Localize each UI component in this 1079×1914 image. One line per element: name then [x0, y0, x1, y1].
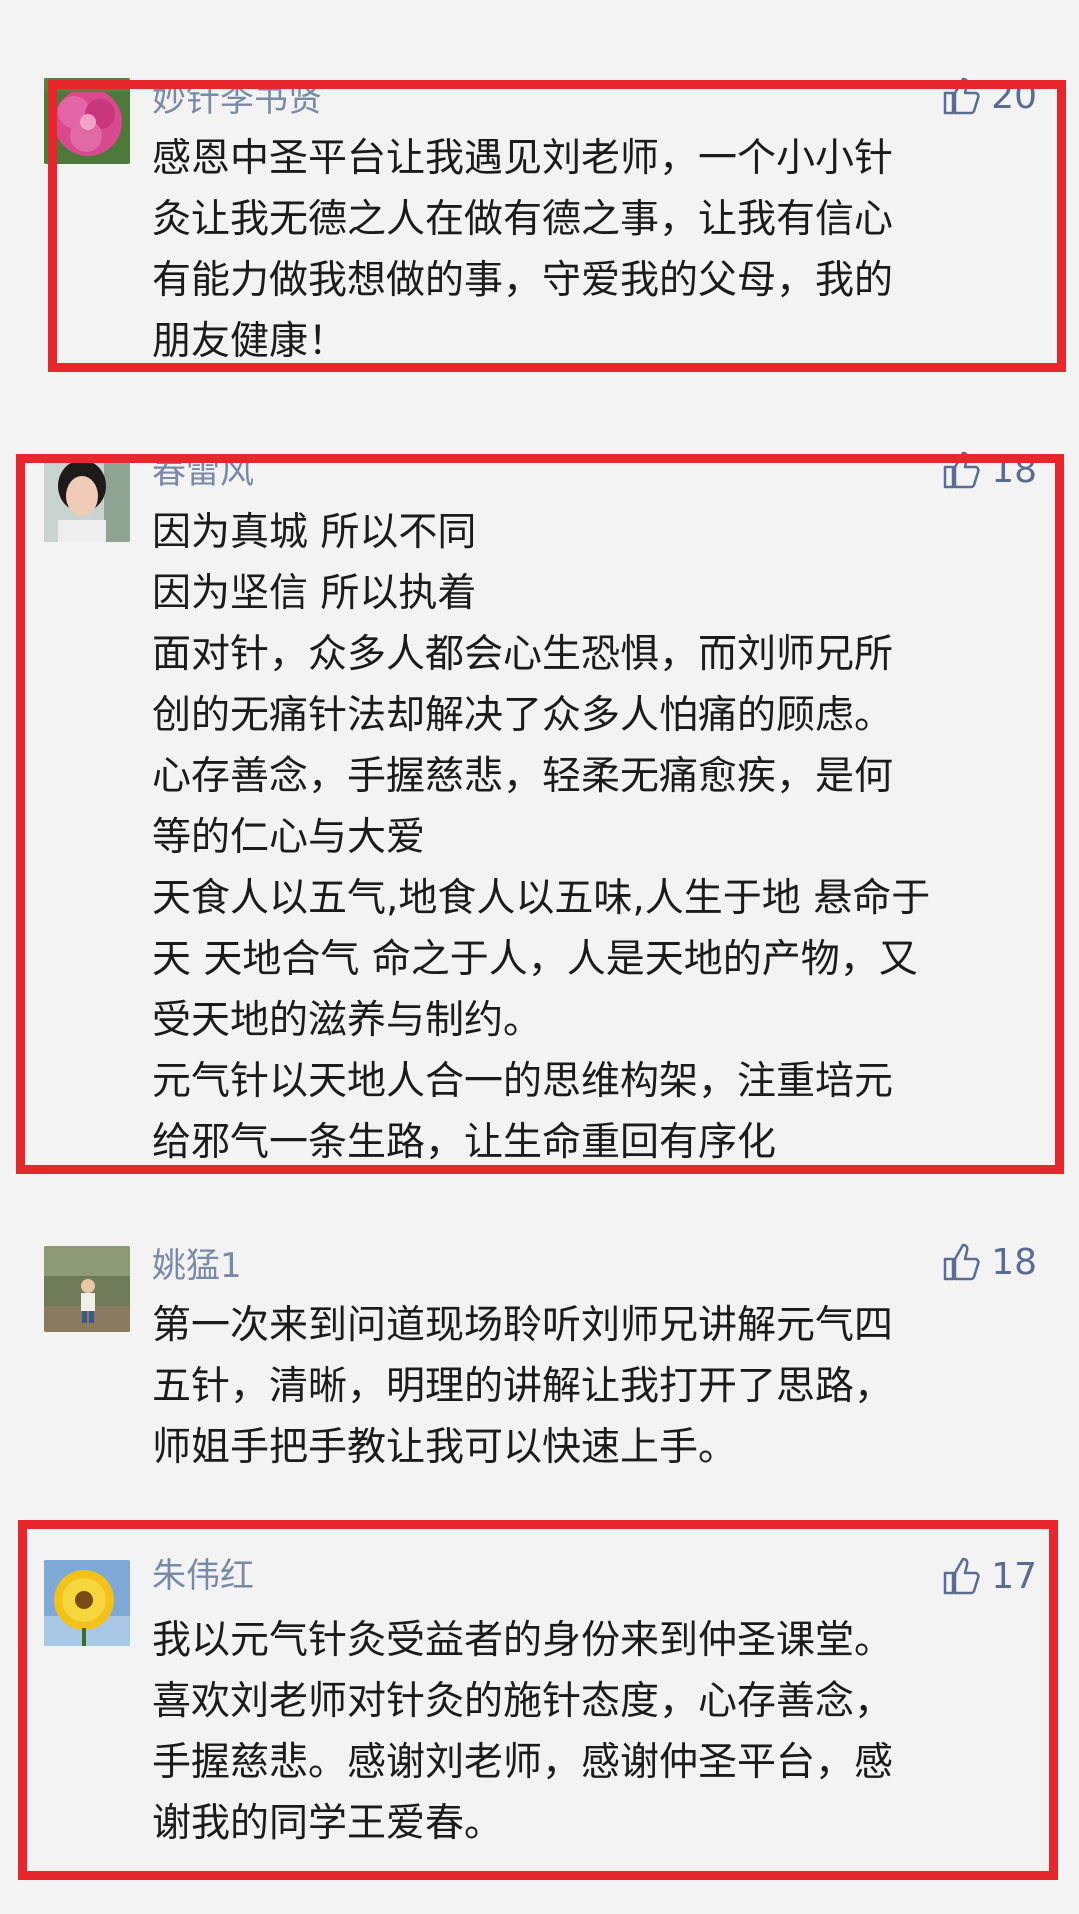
sunflower-icon[interactable]: [44, 1560, 130, 1646]
like-count: 17: [991, 1555, 1037, 1597]
thumbs-up-icon: [943, 451, 980, 489]
comment-line: 灸让我无德之人在做有德之事，让我有信心: [152, 197, 894, 242]
comment-line: 我以元气针灸受益者的身份来到仲圣课堂。: [152, 1618, 894, 1663]
comment-line: 手握慈悲。感谢刘老师，感谢仲圣平台，感: [152, 1740, 894, 1785]
like-count: 18: [991, 449, 1037, 491]
like-button[interactable]: 20: [941, 74, 1037, 118]
like-count: 20: [991, 75, 1037, 117]
commenter-name[interactable]: 春雷风: [152, 452, 254, 492]
like-button[interactable]: 17: [941, 1554, 1037, 1598]
comment-line: 师姐手把手教让我可以快速上手。: [152, 1425, 738, 1470]
woman-portrait-icon[interactable]: [44, 456, 130, 542]
thumbs-up-icon: [943, 77, 980, 115]
comment-line: 受天地的滋养与制约。: [152, 998, 543, 1043]
comment-line: 天食人以五气,地食人以五味,人生于地 悬命于: [152, 876, 931, 921]
pink-flower-icon[interactable]: [44, 78, 130, 164]
comment-text: 我以元气针灸受益者的身份来到仲圣课堂。 喜欢刘老师对针灸的施针态度，心存善念， …: [152, 1610, 1032, 1854]
comment-text: 第一次来到问道现场聆听刘师兄讲解元气四 五针，清晰，明理的讲解让我打开了思路， …: [152, 1295, 1032, 1478]
commenter-name[interactable]: 姚猛1: [152, 1246, 242, 1286]
comment-line: 天 天地合气 命之于人，人是天地的产物，又: [152, 937, 918, 982]
comment-line: 心存善念，手握慈悲，轻柔无痛愈疾，是何: [152, 754, 894, 799]
comment-line: 谢我的同学王爱春。: [152, 1801, 504, 1846]
commenter-name[interactable]: 朱伟红: [152, 1556, 254, 1596]
thumbs-up-icon: [943, 1557, 980, 1595]
comment-line: 有能力做我想做的事，守爱我的父母，我的: [152, 258, 894, 303]
like-count: 18: [991, 1241, 1037, 1283]
comment-line: 面对针，众多人都会心生恐惧，而刘师兄所: [152, 632, 894, 677]
comment-text: 因为真城 所以不同 因为坚信 所以执着 面对针，众多人都会心生恐惧，而刘师兄所 …: [152, 502, 1032, 1173]
comment-line: 五针，清晰，明理的讲解让我打开了思路，: [152, 1364, 894, 1409]
comment-line: 元气针以天地人合一的思维构架，注重培元: [152, 1059, 894, 1104]
comment-line: 喜欢刘老师对针灸的施针态度，心存善念，: [152, 1679, 894, 1724]
comment-list-panel: 妙针李书贤 20 感恩中圣平台让我遇见刘老师，一个小小针 灸让我无德之人在做有德…: [0, 0, 1079, 1914]
comment-line: 等的仁心与大爱: [152, 815, 426, 860]
comment-line: 创的无痛针法却解决了众多人怕痛的顾虑。: [152, 693, 894, 738]
comment-line: 第一次来到问道现场聆听刘师兄讲解元气四: [152, 1303, 894, 1348]
commenter-name[interactable]: 妙针李书贤: [152, 80, 322, 120]
like-button[interactable]: 18: [941, 1240, 1037, 1284]
comment-feed-page: 妙针李书贤 20 感恩中圣平台让我遇见刘老师，一个小小针 灸让我无德之人在做有德…: [0, 0, 1079, 1914]
comment-line: 因为真城 所以不同: [152, 510, 477, 555]
comment-line: 因为坚信 所以执着: [152, 571, 477, 616]
comment-line: 感恩中圣平台让我遇见刘老师，一个小小针: [152, 136, 894, 181]
outdoor-child-icon[interactable]: [44, 1246, 130, 1332]
like-button[interactable]: 18: [941, 448, 1037, 492]
comment-line: 给邪气一条生路，让生命重回有序化: [152, 1120, 777, 1165]
comment-line: 朋友健康！: [152, 319, 348, 364]
thumbs-up-icon: [943, 1243, 980, 1281]
comment-text: 感恩中圣平台让我遇见刘老师，一个小小针 灸让我无德之人在做有德之事，让我有信心 …: [152, 128, 1032, 372]
